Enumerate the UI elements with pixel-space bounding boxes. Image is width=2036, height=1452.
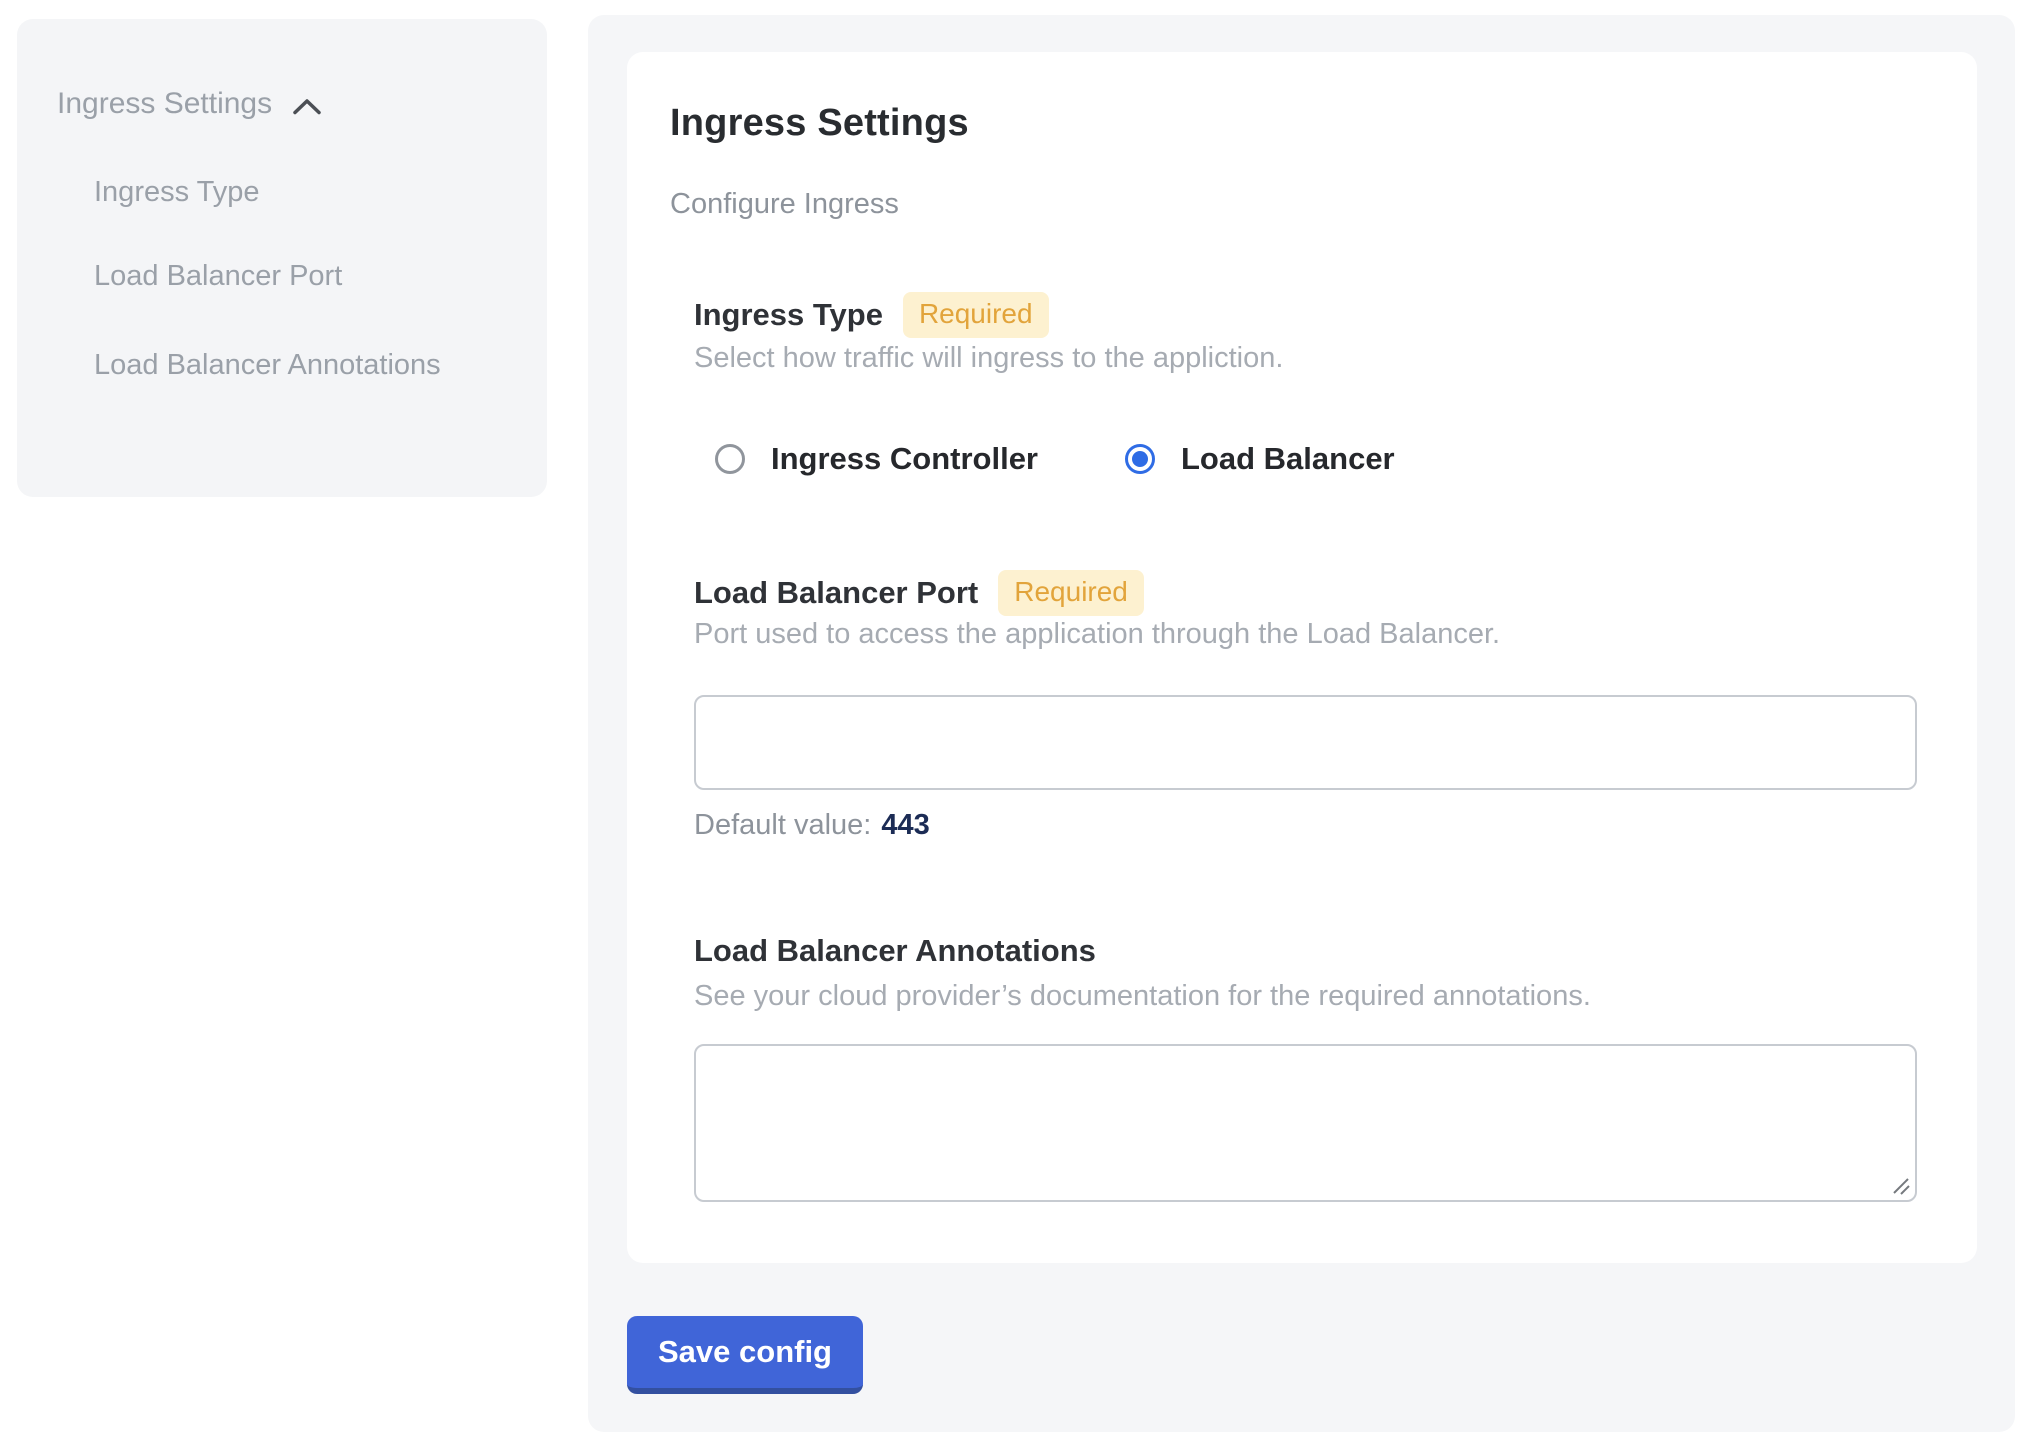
ingress-type-label: Ingress Type [694, 297, 883, 333]
radio-option-ingress-controller[interactable]: Ingress Controller [715, 441, 1038, 477]
radio-label-load-balancer: Load Balancer [1181, 441, 1395, 477]
chevron-up-icon [292, 97, 322, 116]
load-balancer-annotations-textarea[interactable] [694, 1044, 1917, 1202]
settings-panel: Ingress Settings Configure Ingress Ingre… [588, 15, 2015, 1432]
load-balancer-annotations-label: Load Balancer Annotations [694, 933, 1096, 969]
radio-selected-icon[interactable] [1125, 444, 1155, 474]
ingress-type-description: Select how traffic will ingress to the a… [694, 342, 1283, 375]
required-badge: Required [998, 570, 1144, 616]
sidebar-item-ingress-type[interactable]: Ingress Type [94, 176, 260, 209]
sidebar-section-label: Ingress Settings [57, 87, 272, 121]
default-value-number: 443 [881, 809, 929, 842]
load-balancer-port-description: Port used to access the application thro… [694, 618, 1500, 651]
default-value-label: Default value: [694, 809, 871, 842]
radio-unselected-icon[interactable] [715, 444, 745, 474]
load-balancer-annotations-label-row: Load Balancer Annotations [694, 933, 1096, 969]
page-subtitle: Configure Ingress [670, 188, 899, 221]
load-balancer-annotations-description: See your cloud provider’s documentation … [694, 980, 1591, 1013]
default-value-row: Default value: 443 [694, 809, 930, 842]
save-config-button[interactable]: Save config [627, 1316, 863, 1394]
ingress-settings-card: Ingress Settings Configure Ingress Ingre… [627, 52, 1977, 1263]
radio-label-ingress-controller: Ingress Controller [771, 441, 1038, 477]
ingress-type-label-row: Ingress Type Required [694, 292, 1049, 338]
load-balancer-port-label-row: Load Balancer Port Required [694, 570, 1144, 616]
page-title: Ingress Settings [670, 102, 969, 145]
sidebar-item-load-balancer-port[interactable]: Load Balancer Port [94, 260, 342, 293]
sidebar-section-ingress-settings[interactable]: Ingress Settings [57, 87, 322, 121]
required-badge: Required [903, 292, 1049, 338]
load-balancer-port-input[interactable] [694, 695, 1917, 790]
load-balancer-port-label: Load Balancer Port [694, 575, 978, 611]
load-balancer-annotations-field [694, 1044, 1917, 1202]
sidebar-item-load-balancer-annotations[interactable]: Load Balancer Annotations [94, 335, 444, 395]
resize-handle-icon[interactable] [1891, 1176, 1911, 1196]
radio-option-load-balancer[interactable]: Load Balancer [1125, 441, 1395, 477]
settings-nav-sidebar: Ingress Settings Ingress Type Load Balan… [17, 19, 547, 497]
